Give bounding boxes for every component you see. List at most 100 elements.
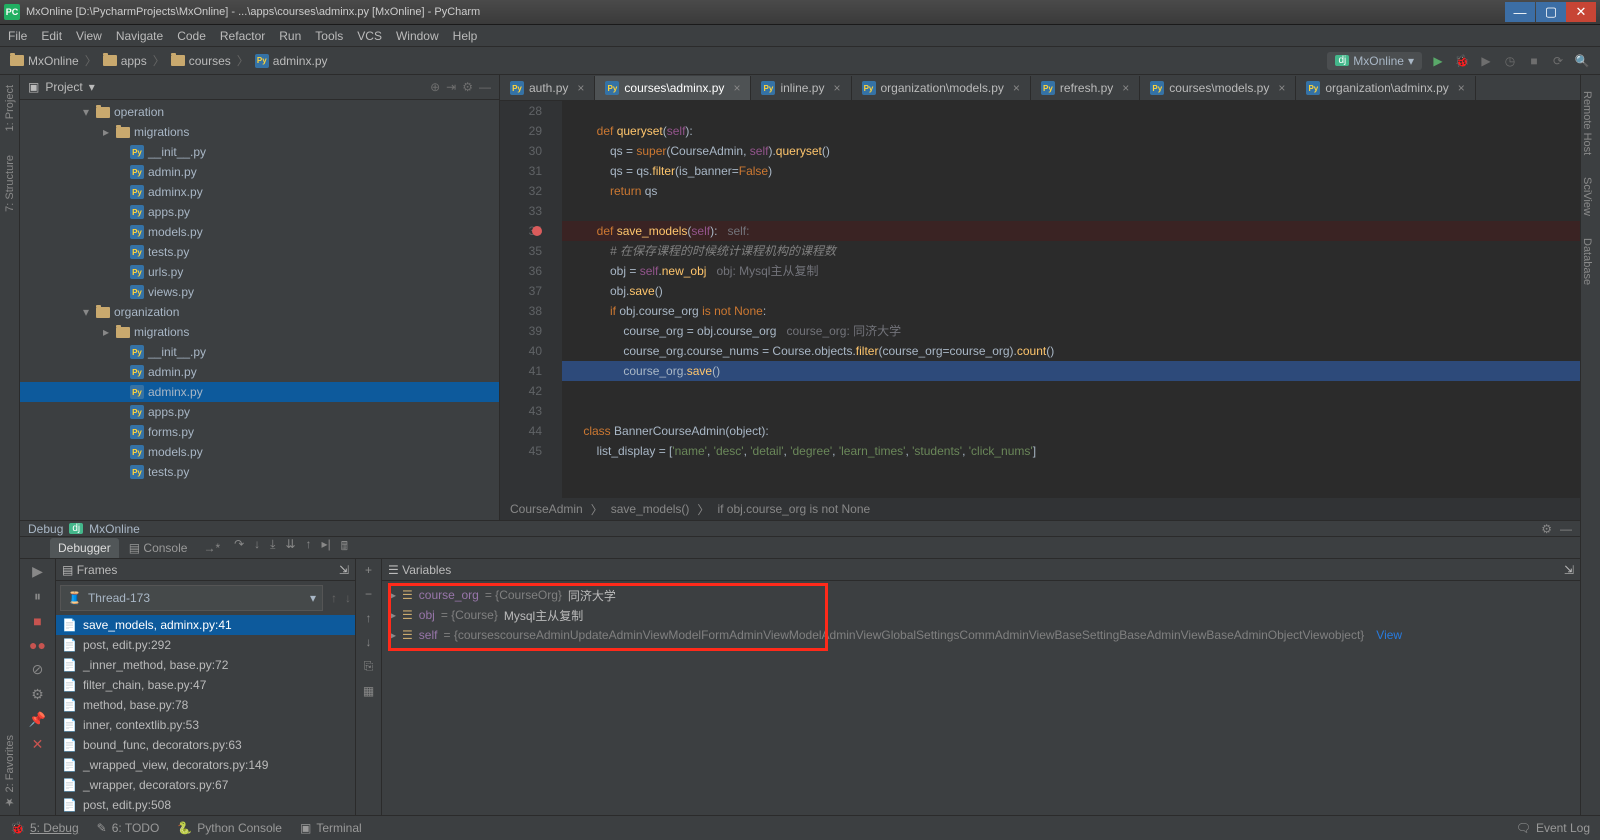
- close-tab-icon[interactable]: ×: [833, 81, 840, 95]
- project-tool-button[interactable]: 1: Project: [4, 79, 16, 137]
- tree-item[interactable]: Pyviews.py: [20, 282, 499, 302]
- editor-tab[interactable]: Pyauth.py×: [500, 76, 595, 100]
- close-tab-icon[interactable]: ×: [1122, 81, 1129, 95]
- database-button[interactable]: Database: [1581, 232, 1593, 291]
- mute-breakpoints-icon[interactable]: ⊘: [32, 661, 44, 678]
- tree-item[interactable]: Pyapps.py: [20, 202, 499, 222]
- tree-item[interactable]: Pytests.py: [20, 462, 499, 482]
- tree-item[interactable]: Pymodels.py: [20, 442, 499, 462]
- hide-icon[interactable]: —: [1560, 522, 1572, 536]
- frames-list[interactable]: 📄save_models, adminx.py:41📄post, edit.py…: [56, 615, 355, 815]
- run-config-selector[interactable]: dj MxOnline ▾: [1327, 52, 1422, 70]
- tree-item[interactable]: Pyadminx.py: [20, 182, 499, 202]
- menu-help[interactable]: Help: [453, 29, 478, 43]
- run-coverage-button[interactable]: ▶: [1478, 53, 1494, 69]
- profile-button[interactable]: ◷: [1502, 53, 1518, 69]
- update-button[interactable]: ⟳: [1550, 53, 1566, 69]
- close-button[interactable]: ✕: [1566, 2, 1596, 22]
- hide-icon[interactable]: —: [479, 80, 491, 94]
- editor-tab[interactable]: Pyrefresh.py×: [1031, 76, 1140, 100]
- debugger-tab[interactable]: Debugger: [50, 538, 119, 558]
- tree-item[interactable]: ▸migrations: [20, 322, 499, 342]
- menu-edit[interactable]: Edit: [41, 29, 62, 43]
- menu-refactor[interactable]: Refactor: [220, 29, 265, 43]
- settings-icon[interactable]: ⚙: [31, 686, 44, 703]
- breadcrumb-item[interactable]: Pyadminx.py: [255, 54, 328, 68]
- close-tab-icon[interactable]: ×: [577, 81, 584, 95]
- menu-run[interactable]: Run: [279, 29, 301, 43]
- tree-item[interactable]: Pyforms.py: [20, 422, 499, 442]
- status-todo[interactable]: ✎ 6: TODO: [97, 821, 160, 835]
- search-icon[interactable]: 🔍: [1574, 53, 1590, 69]
- menu-vcs[interactable]: VCS: [357, 29, 382, 43]
- stack-frame[interactable]: 📄post, edit.py:292: [56, 635, 355, 655]
- favorites-tool-button[interactable]: ★ 2: Favorites: [3, 729, 16, 815]
- stack-frame[interactable]: 📄_wrapped_view, decorators.py:149: [56, 755, 355, 775]
- status-terminal[interactable]: ▣ Terminal: [300, 821, 362, 835]
- menu-view[interactable]: View: [76, 29, 102, 43]
- debug-button[interactable]: 🐞: [1454, 53, 1470, 69]
- breadcrumb-item[interactable]: courses: [171, 54, 231, 68]
- menu-navigate[interactable]: Navigate: [116, 29, 163, 43]
- fold-gutter[interactable]: [550, 101, 562, 498]
- tree-item[interactable]: Pyapps.py: [20, 402, 499, 422]
- editor-tab[interactable]: Pyorganization\adminx.py×: [1296, 76, 1475, 100]
- tree-item[interactable]: ▸migrations: [20, 122, 499, 142]
- tree-item[interactable]: Py__init__.py: [20, 142, 499, 162]
- restore-icon[interactable]: ⇲: [1564, 563, 1574, 577]
- tree-item[interactable]: Pyadmin.py: [20, 362, 499, 382]
- tree-item[interactable]: ▾operation: [20, 102, 499, 122]
- evaluate-icon[interactable]: 🖩: [341, 537, 348, 558]
- variable-row[interactable]: ▸ ☰ course_org = {CourseOrg} 同济大学: [382, 585, 1580, 605]
- stack-frame[interactable]: 📄_wrapper, decorators.py:67: [56, 775, 355, 795]
- tree-item[interactable]: Pytests.py: [20, 242, 499, 262]
- stack-frame[interactable]: 📄inner, contextlib.py:53: [56, 715, 355, 735]
- menu-code[interactable]: Code: [177, 29, 206, 43]
- remote-host-button[interactable]: Remote Host: [1581, 85, 1593, 161]
- project-tree[interactable]: ▾operation▸migrationsPy__init__.pyPyadmi…: [20, 100, 499, 520]
- breadcrumb-item[interactable]: apps: [103, 54, 147, 68]
- editor-tab[interactable]: Pycourses\adminx.py×: [595, 76, 751, 100]
- thread-selector[interactable]: 🧵 Thread-173 ▾: [60, 585, 323, 611]
- code-breadcrumb-item[interactable]: CourseAdmin: [510, 502, 583, 516]
- collapse-icon[interactable]: ⇥: [446, 80, 456, 94]
- locate-icon[interactable]: ⊕: [430, 80, 440, 94]
- down-icon[interactable]: ↓: [366, 635, 372, 649]
- restore-icon[interactable]: ⇲: [339, 563, 349, 577]
- gear-icon[interactable]: ⚙: [1541, 522, 1552, 536]
- structure-tool-button[interactable]: 7: Structure: [4, 149, 16, 218]
- status-python-console[interactable]: 🐍 Python Console: [177, 821, 282, 835]
- stop-button[interactable]: ■: [33, 613, 41, 629]
- step-into-icon[interactable]: ↓: [254, 537, 260, 558]
- stack-frame[interactable]: 📄post, edit.py:508: [56, 795, 355, 815]
- tree-item[interactable]: Pyurls.py: [20, 262, 499, 282]
- breadcrumb-item[interactable]: MxOnline: [10, 54, 79, 68]
- run-to-cursor-icon[interactable]: ▸|: [322, 537, 331, 558]
- show-icon[interactable]: ▦: [363, 684, 374, 698]
- tree-item[interactable]: Pyadmin.py: [20, 162, 499, 182]
- pin-icon[interactable]: 📌: [29, 711, 46, 728]
- force-step-icon[interactable]: ⇊: [285, 537, 295, 558]
- variable-row[interactable]: ▸ ☰ self = {coursescourseAdminUpdateAdmi…: [382, 625, 1580, 645]
- code-breadcrumb-item[interactable]: if obj.course_org is not None: [717, 502, 870, 516]
- prev-frame-icon[interactable]: ↑: [327, 591, 341, 605]
- line-gutter[interactable]: 282930313233343536373839404142434445: [500, 101, 550, 498]
- code-editor[interactable]: def queryset(self): qs = super(CourseAdm…: [562, 101, 1580, 498]
- event-log[interactable]: 🗨 Event Log: [1516, 821, 1590, 835]
- menu-file[interactable]: File: [8, 29, 27, 43]
- sciview-button[interactable]: SciView: [1581, 171, 1593, 222]
- close-tab-icon[interactable]: ×: [1458, 81, 1465, 95]
- up-icon[interactable]: ↑: [366, 611, 372, 625]
- step-out-icon[interactable]: ↑: [306, 537, 312, 558]
- tree-item[interactable]: Pyadminx.py: [20, 382, 499, 402]
- stack-frame[interactable]: 📄filter_chain, base.py:47: [56, 675, 355, 695]
- resume-button[interactable]: ▶: [32, 563, 43, 580]
- editor-tab[interactable]: Pycourses\models.py×: [1140, 76, 1296, 100]
- step-into-my-icon[interactable]: ⤓: [270, 537, 275, 558]
- maximize-button[interactable]: ▢: [1536, 2, 1566, 22]
- close-tab-icon[interactable]: ×: [1278, 81, 1285, 95]
- view-breakpoints-icon[interactable]: ●●: [29, 637, 46, 653]
- chevron-down-icon[interactable]: ▾: [89, 80, 95, 94]
- run-button[interactable]: ▶: [1430, 53, 1446, 69]
- minimize-button[interactable]: —: [1505, 2, 1535, 22]
